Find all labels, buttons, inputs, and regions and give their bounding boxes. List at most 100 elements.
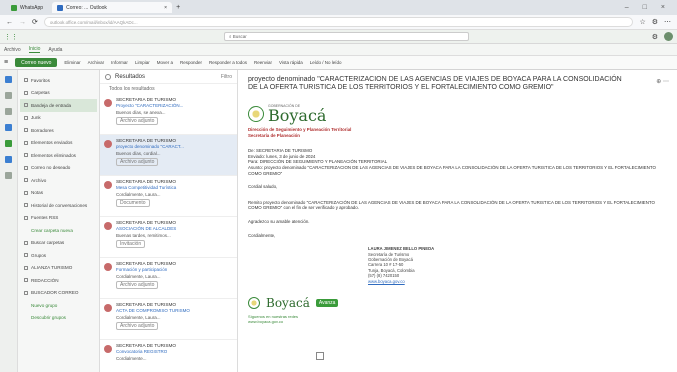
sweep-button[interactable]: Limpiar	[135, 60, 150, 65]
group-item[interactable]: ALIANZA TURISMO	[20, 262, 97, 275]
mail-icon[interactable]	[5, 76, 12, 83]
menu-archivo[interactable]: Archivo	[4, 47, 21, 53]
more-options-icon[interactable]: ⋯	[663, 79, 669, 85]
create-folder-link[interactable]: Crear carpeta nueva	[20, 224, 97, 237]
preview: Cordialmente, Laura...	[116, 273, 161, 279]
outlook-header: ⋮⋮ ⌕ Buscar ⚙	[0, 30, 677, 44]
list-item[interactable]: SECRETARIA DE TURISMO Mesa Competitivida…	[100, 176, 237, 217]
folder-item[interactable]: Elementos eliminados	[20, 149, 97, 162]
address-input[interactable]: outlook.office.com/mail/inbox/id/AAQkADc…	[43, 17, 634, 27]
attachment-chip[interactable]: Invitación	[116, 239, 146, 248]
new-tab-icon[interactable]: +	[176, 4, 180, 11]
folder-item[interactable]: Buscar carpetas	[20, 237, 97, 250]
avatar	[104, 222, 112, 230]
settings-icon[interactable]: ⚙	[652, 33, 658, 41]
folder-item[interactable]: Archivo	[20, 174, 97, 187]
close-tab-icon[interactable]: ×	[164, 5, 167, 11]
list-item[interactable]: SECRETARIA DE TURISMO Proyecto "CARACTER…	[100, 94, 237, 135]
folder-item[interactable]: Elementos enviados	[20, 137, 97, 150]
attachment-chip[interactable]: Archivo adjunto	[116, 116, 159, 125]
attachment-chip[interactable]: Archivo adjunto	[116, 280, 159, 289]
browser-tab-outlook[interactable]: Correo: ... Outlook ×	[52, 2, 173, 13]
onedrive-icon[interactable]	[5, 156, 12, 163]
hamburger-icon[interactable]: ≡	[4, 59, 8, 66]
preview: Buenos días, se anexa...	[116, 109, 166, 115]
discover-groups-link[interactable]: Descubrir grupos	[20, 312, 97, 325]
menu-inicio[interactable]: Inicio	[28, 46, 41, 53]
folder-item[interactable]: Notas	[20, 187, 97, 200]
notes-icon	[24, 190, 28, 195]
browser-menu-icon[interactable]: ⋯	[664, 18, 671, 26]
people-icon[interactable]	[5, 108, 12, 115]
reply-button[interactable]: Responder	[180, 60, 202, 65]
avatar[interactable]	[664, 32, 673, 41]
browser-tab-bar: WhatsApp Correo: ... Outlook × + – □ ×	[0, 0, 677, 15]
apps-icon[interactable]	[5, 172, 12, 179]
reload-icon[interactable]: ⟳	[32, 18, 38, 26]
new-mail-button[interactable]: Correo nuevo	[15, 58, 58, 67]
folder-item[interactable]: Grupos	[20, 249, 97, 262]
folder-item[interactable]: Historial de conversaciones	[20, 199, 97, 212]
browser-tab-whatsapp[interactable]: WhatsApp	[6, 2, 48, 13]
group-item[interactable]: BUSCADOR CORREO	[20, 287, 97, 300]
thanks: Agradezco su amable atención.	[248, 218, 310, 224]
word-icon[interactable]	[5, 124, 12, 131]
list-item[interactable]: SECRETARIA DE TURISMO ASOCIACIÓN DE ALCA…	[100, 217, 237, 258]
reply-all-button[interactable]: Responder a todos	[209, 60, 247, 65]
close-window-icon[interactable]: ×	[661, 4, 665, 11]
list-item[interactable]: SECRETARIA DE TURISMO Formación y partic…	[100, 258, 237, 299]
list-header: Resultados Filtro	[100, 70, 237, 84]
zoom-icon[interactable]: ⊕	[656, 79, 661, 85]
calendar-icon[interactable]	[5, 92, 12, 99]
chevron-icon	[24, 240, 28, 245]
junk-icon	[24, 165, 28, 170]
search-input[interactable]: ⌕ Buscar	[224, 32, 469, 41]
delete-button[interactable]: Eliminar	[64, 60, 80, 65]
tab-label: Correo: ... Outlook	[66, 4, 107, 11]
preview: Cordialmente, Laura...	[116, 314, 161, 320]
boyaca-logo: GOBERNACIÓN DE Boyacá	[248, 104, 667, 124]
footer-text: Síguenos en nuestras redes www.boyaca.go…	[248, 313, 299, 324]
folder-item[interactable]: Borradores	[20, 124, 97, 137]
forward-icon[interactable]: →	[19, 19, 26, 26]
group-item[interactable]: REDACCIÓN	[20, 274, 97, 287]
app-launcher-icon[interactable]: ⋮⋮	[4, 33, 18, 41]
trash-icon	[24, 153, 28, 158]
read-unread-button[interactable]: Leído / No leído	[310, 60, 342, 65]
quick-steps-button[interactable]: Vista rápida	[279, 60, 303, 65]
list-item[interactable]: SECRETARIA DE TURISMO Convocatoria REGIS…	[100, 340, 237, 372]
filter-button[interactable]: Filtro	[221, 74, 232, 80]
report-button[interactable]: Informar	[111, 60, 128, 65]
message-list: Resultados Filtro Todos los resultados S…	[100, 70, 238, 372]
address-bar-row: ← → ⟳ outlook.office.com/mail/inbox/id/A…	[0, 15, 677, 30]
avatar	[104, 304, 112, 312]
app-rail	[0, 70, 18, 372]
excel-icon[interactable]	[5, 140, 12, 147]
move-button[interactable]: Mover a	[157, 60, 173, 65]
bookmark-icon[interactable]: ☆	[639, 18, 645, 26]
new-group-link[interactable]: Nuevo grupo	[20, 299, 97, 312]
folder-item[interactable]: Junk	[20, 112, 97, 125]
folder-item[interactable]: Correo no deseado	[20, 162, 97, 175]
seal-icon	[248, 106, 264, 122]
minimize-icon[interactable]: –	[625, 4, 629, 11]
attachment-chip[interactable]: Documento	[116, 198, 150, 207]
extensions-icon[interactable]: ⚙	[652, 18, 658, 26]
menu-ayuda[interactable]: Ayuda	[48, 47, 62, 53]
message-subject: proyecto denominado "CARACTERIZACION DE …	[248, 76, 622, 91]
select-all-icon[interactable]	[105, 73, 111, 80]
maximize-icon[interactable]: □	[643, 4, 647, 11]
list-item[interactable]: SECRETARIA DE TURISMO proyecto denominad…	[100, 135, 237, 176]
folder-item[interactable]: Fuentes RSS	[20, 212, 97, 225]
forward-button[interactable]: Reenviar	[254, 60, 272, 65]
list-item[interactable]: SECRETARIA DE TURISMO ACTA DE COMPROMISO…	[100, 299, 237, 340]
folder-item[interactable]: Favoritos	[20, 74, 97, 87]
folder-item[interactable]: Carpetas	[20, 87, 97, 100]
attachment-chip[interactable]: Archivo adjunto	[116, 157, 159, 166]
folder-pane: Favoritos Carpetas Bandeja de entrada Ju…	[18, 70, 100, 372]
archive-button[interactable]: Archivar	[88, 60, 105, 65]
folder-item[interactable]: Bandeja de entrada	[20, 99, 97, 112]
folder-icon	[24, 203, 28, 208]
attachment-chip[interactable]: Archivo adjunto	[116, 321, 159, 330]
back-icon[interactable]: ←	[6, 19, 13, 26]
